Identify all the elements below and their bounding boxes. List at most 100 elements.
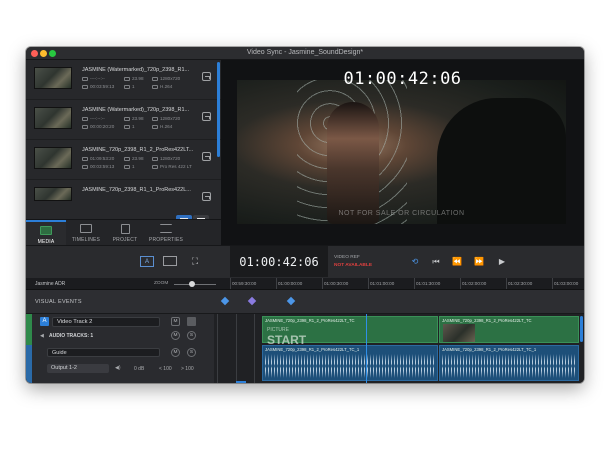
- ruler-tick: 00:59:30:00: [229, 278, 257, 289]
- link-media-icon[interactable]: [202, 152, 211, 161]
- guide-mute-button[interactable]: M: [171, 348, 180, 357]
- pan-left-value[interactable]: < 100: [159, 366, 172, 372]
- media-item[interactable]: JASMINE_720p_2398_R1_1_ProRes422L...: [26, 180, 221, 220]
- fullscreen-icon[interactable]: ⛶: [188, 256, 202, 267]
- timeline-ruler[interactable]: 00:59:30:00 01:00:00:00 01:00:30:00 01:0…: [226, 278, 584, 290]
- guide-solo-button[interactable]: S: [187, 348, 196, 357]
- play-icon[interactable]: ▶: [496, 256, 508, 267]
- media-codec: Pro Res 422 LT: [160, 164, 192, 169]
- picture-start-text: PICTURE START: [267, 327, 307, 347]
- list-icon: [160, 224, 172, 233]
- media-name: JASMINE_720p_2398_R1_1_ProRes422L...: [82, 187, 191, 193]
- loop-icon[interactable]: ⟲: [408, 256, 422, 267]
- audio-track-name[interactable]: Guide: [47, 348, 160, 357]
- zoom-slider-knob[interactable]: [189, 281, 195, 287]
- media-duration: 00:00:20:20: [90, 124, 115, 129]
- ruler-tick: 01:03:00:00: [551, 278, 579, 289]
- foreground-silhouette: [437, 98, 566, 224]
- video-track-name[interactable]: Video Track 2: [52, 317, 160, 327]
- media-resolution: 1280x720: [160, 76, 181, 81]
- timeline-h-scrollbar[interactable]: [236, 381, 246, 383]
- framerate-icon: [124, 76, 130, 81]
- tab-timelines[interactable]: TIMELINES: [66, 220, 106, 246]
- playhead[interactable]: [366, 314, 367, 383]
- link-media-icon[interactable]: [202, 192, 211, 201]
- video-clip[interactable]: JASMINE_720p_2398_R1_2_ProRes422LT_TC: [439, 316, 579, 343]
- ruler-tick: 01:00:00:00: [275, 278, 303, 289]
- timecode-icon: [82, 156, 88, 161]
- video-viewer[interactable]: NOT FOR SALE OR CIRCULATION 01:00:42:06: [221, 60, 584, 245]
- project-name: Jasmine ADR: [35, 281, 66, 287]
- link-media-icon[interactable]: [202, 72, 211, 81]
- link-media-icon[interactable]: [202, 112, 211, 121]
- media-list: JASMINE (Watermarked)_720p_2398_R1... --…: [26, 60, 221, 232]
- media-start-tc: ----:--:--: [90, 76, 105, 81]
- audio-solo-button[interactable]: S: [187, 331, 196, 340]
- track-headers: A Video Track 2 M ◀ AUDIO TRACKS: 1 Guid…: [26, 314, 214, 383]
- zoom-slider[interactable]: [174, 284, 216, 285]
- media-audio-count: 1: [132, 84, 135, 89]
- media-thumbnail: [34, 147, 72, 169]
- tab-properties[interactable]: PROPERTIES: [144, 220, 188, 246]
- event-marker[interactable]: [220, 296, 230, 306]
- timecode-display: 01:00:42:06: [230, 246, 328, 277]
- event-marker[interactable]: [286, 296, 296, 306]
- timeline-icon: [80, 224, 92, 233]
- track-a-button[interactable]: A: [140, 256, 154, 267]
- video-ref-label: VIDEO REF: [334, 255, 360, 260]
- document-icon: [121, 224, 130, 234]
- ruler-tick: 01:02:00:00: [459, 278, 487, 289]
- media-item[interactable]: JASMINE_720p_2398_R1_2_ProRes422LT... 01…: [26, 140, 221, 180]
- media-fps: 23.98: [132, 156, 144, 161]
- media-item[interactable]: JASMINE (Watermarked)_720p_2398_R1... --…: [26, 100, 221, 140]
- visual-events-label: VISUAL EVENTS: [35, 299, 82, 305]
- event-marker[interactable]: [247, 296, 257, 306]
- media-fps: 23.98: [132, 76, 144, 81]
- codec-icon: [152, 164, 158, 169]
- audio-mute-button[interactable]: M: [171, 331, 180, 340]
- duration-icon: [82, 124, 88, 129]
- gain-value[interactable]: 0 dB: [134, 366, 144, 372]
- transport-bar: A ⛶ 01:00:42:06 VIDEO REF NOT AVAILABLE …: [26, 245, 584, 278]
- media-list-scrollbar[interactable]: [217, 62, 220, 157]
- media-name: JASMINE (Watermarked)_720p_2398_R1...: [82, 67, 190, 73]
- go-to-start-icon[interactable]: ⏮: [430, 256, 442, 267]
- title-bar: Video Sync - Jasmine_SoundDesign*: [26, 47, 584, 60]
- ruler-tick: 01:02:30:00: [505, 278, 533, 289]
- camera-icon[interactable]: [187, 317, 196, 326]
- timeline-header: Jasmine ADR ZOOM 00:59:30:00 01:00:00:00…: [26, 278, 584, 290]
- tab-media[interactable]: MEDIA: [26, 220, 66, 246]
- clip-label: JASMINE_720p_2398_R1_2_ProRes422LT_TC: [265, 318, 355, 323]
- viewer-watermark: NOT FOR SALE OR CIRCULATION: [338, 210, 465, 217]
- tab-project[interactable]: PROJECT: [106, 220, 144, 246]
- media-thumbnail: [34, 67, 72, 89]
- ruler-tick: 01:01:30:00: [413, 278, 441, 289]
- video-clip[interactable]: JASMINE_720p_2398_R1_2_ProRes422LT_TC PI…: [262, 316, 438, 347]
- media-item[interactable]: JASMINE (Watermarked)_720p_2398_R1... --…: [26, 60, 221, 100]
- picture-in-picture-icon[interactable]: [163, 256, 177, 266]
- framerate-icon: [124, 116, 130, 121]
- clip-label: JASMINE_720p_2398_R1_2_ProRes422LT_TC: [442, 318, 532, 323]
- rewind-icon[interactable]: ⏪: [450, 256, 464, 267]
- audio-icon: [124, 124, 130, 129]
- media-thumbnail: [34, 187, 72, 201]
- timecode-overlay: 01:00:42:06: [343, 69, 462, 89]
- video-mute-button[interactable]: M: [171, 317, 180, 326]
- pan-right-value[interactable]: > 100: [181, 366, 194, 372]
- audio-clip[interactable]: JASMINE_720p_2398_R1_2_ProRes422LT_TC_1: [262, 345, 438, 381]
- volume-icon: ◀): [115, 365, 121, 371]
- fast-forward-icon[interactable]: ⏩: [472, 256, 486, 267]
- timeline-canvas[interactable]: JASMINE_720p_2398_R1_2_ProRes422LT_TC PI…: [214, 314, 584, 383]
- app-window: Video Sync - Jasmine_SoundDesign* JASMIN…: [26, 47, 584, 383]
- audio-clip[interactable]: JASMINE_720p_2398_R1_2_ProRes422LT_TC_1: [439, 345, 579, 381]
- output-select[interactable]: Output 1-2: [47, 364, 109, 373]
- audio-waveform: [265, 354, 435, 378]
- ruler-tick: 01:00:30:00: [321, 278, 349, 289]
- timecode-icon: [82, 76, 88, 81]
- video-track-color: [26, 314, 32, 345]
- media-start-tc: ----:--:--: [90, 116, 105, 121]
- timecode-icon: [82, 116, 88, 121]
- video-track-letter[interactable]: A: [40, 317, 49, 326]
- audio-track-color: [26, 345, 32, 383]
- tracks-v-scrollbar[interactable]: [580, 316, 583, 342]
